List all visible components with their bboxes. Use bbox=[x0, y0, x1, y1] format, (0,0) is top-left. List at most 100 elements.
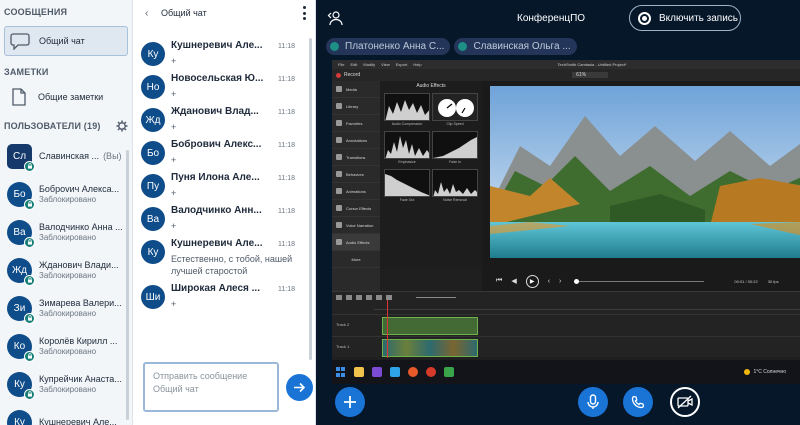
message-author: Пуня Илона Але... bbox=[171, 172, 260, 183]
screen-share-view: File Edit Modify View Export Help TechSmith C… bbox=[332, 60, 800, 384]
conference-title: КонференцПО bbox=[517, 12, 586, 24]
presenter-chip[interactable]: Платоненко Анна С... bbox=[326, 38, 451, 55]
message-text: + bbox=[171, 221, 177, 231]
chat-message: Ку Кушнеревич Але... 11:18 Естественно, с… bbox=[133, 238, 315, 277]
avatar: Но bbox=[141, 75, 165, 99]
presenter-name: Славинская Ольга ... bbox=[473, 41, 571, 52]
shared-tool-list: Media Library Favorites Annotations Tran… bbox=[332, 81, 380, 291]
chat-bubble-icon bbox=[9, 30, 31, 52]
users-header: ПОЛЬЗОВАТЕЛИ (19) bbox=[0, 118, 132, 134]
start-recording-button[interactable]: Включить запись bbox=[629, 5, 741, 31]
sidebar-item-label: Общий чат bbox=[39, 36, 85, 46]
chat-header: ‹ Общий чат bbox=[133, 0, 315, 26]
lock-icon bbox=[24, 236, 35, 248]
user-list-item[interactable]: Жд Жданович Влади... Заблокировано bbox=[0, 251, 132, 289]
user-name: Жданович Влади... bbox=[39, 260, 119, 270]
user-list-item[interactable]: Ва Валодчинко Анна ... Заблокировано bbox=[0, 213, 132, 251]
user-name: Зимарева Валери... bbox=[39, 298, 122, 308]
user-list-item[interactable]: Ку Купрейчик Анаста... Заблокировано bbox=[0, 365, 132, 403]
plus-icon bbox=[344, 396, 356, 408]
message-input[interactable]: Отправить сообщение Общий чат bbox=[143, 362, 279, 412]
chat-message: Ши Широкая Алеся ... 11:18 + bbox=[133, 283, 315, 310]
presenter-chip[interactable]: Славинская Ольга ... bbox=[454, 38, 577, 55]
audio-phone-button[interactable] bbox=[623, 387, 653, 417]
user-list-item[interactable]: Сл Славинская ... (Вы) bbox=[0, 137, 132, 175]
user-status: Заблокировано bbox=[39, 309, 97, 318]
lock-icon bbox=[24, 350, 35, 362]
message-time: 11:18 bbox=[278, 286, 295, 293]
user-list-item[interactable]: Ко Королёв Кирилл ... Заблокировано bbox=[0, 327, 132, 365]
message-time: 11:18 bbox=[278, 241, 295, 248]
shared-playback-controls: ⏮ ◀ ▶ ‹ › 00:01 / 00:22 30 fps bbox=[482, 271, 800, 291]
message-time: 11:18 bbox=[278, 208, 295, 215]
avatar: Пу bbox=[141, 174, 165, 198]
kebab-menu-icon[interactable] bbox=[299, 6, 309, 20]
shared-effects-panel: Audio Effects Audio Compression Clip Spe… bbox=[380, 81, 482, 269]
sidebar-scrollbar[interactable] bbox=[126, 150, 129, 420]
user-name: Валодчинко Анна ... bbox=[39, 222, 123, 232]
message-text: + bbox=[171, 122, 177, 132]
chat-message: Жд Жданович Влад... 11:18 + bbox=[133, 106, 315, 133]
shared-menu-bar: File Edit Modify View Export Help TechSmith C… bbox=[332, 60, 800, 69]
lock-icon bbox=[24, 160, 35, 172]
user-name: Купрейчик Анаста... bbox=[39, 374, 122, 384]
avatar: Ку bbox=[7, 371, 35, 400]
microphone-button[interactable] bbox=[578, 387, 608, 417]
chat-message: Но Новосельская Ю... 11:18 + bbox=[133, 73, 315, 100]
microphone-icon bbox=[587, 394, 599, 409]
sidebar-item-label: Общие заметки bbox=[38, 92, 104, 102]
shared-timeline: Track 2 Track 1 bbox=[332, 291, 800, 358]
user-status: Заблокировано bbox=[39, 195, 97, 204]
chat-scrollbar[interactable] bbox=[309, 38, 312, 360]
toggle-user-list-icon[interactable] bbox=[327, 10, 343, 26]
record-icon bbox=[638, 11, 651, 25]
avatar: Жд bbox=[7, 257, 35, 286]
sidebar-item-general-chat[interactable]: Общий чат bbox=[4, 26, 128, 56]
message-text: + bbox=[171, 56, 177, 66]
avatar: Зи bbox=[7, 295, 35, 324]
back-arrow-icon[interactable]: ‹ bbox=[145, 8, 155, 19]
gear-icon[interactable] bbox=[116, 120, 128, 132]
phone-icon bbox=[631, 395, 645, 409]
actions-plus-button[interactable] bbox=[335, 387, 365, 417]
shared-toolbar: Record 61% bbox=[332, 69, 800, 81]
lock-icon bbox=[24, 388, 35, 400]
shared-zoom: 61% bbox=[572, 72, 609, 78]
presenter-name: Платоненко Анна С... bbox=[345, 41, 445, 52]
message-text: + bbox=[171, 89, 177, 99]
sidebar: СООБЩЕНИЯ Общий чат ЗАМЕТКИ Общие заметк… bbox=[0, 0, 133, 425]
user-status: Заблокировано bbox=[39, 347, 97, 356]
message-time: 11:18 bbox=[278, 175, 295, 182]
user-status: Заблокировано bbox=[39, 385, 97, 394]
message-author: Новосельская Ю... bbox=[171, 73, 264, 84]
notes-heading: ЗАМЕТКИ bbox=[4, 67, 49, 77]
chat-message: Ку Кушнеревич Але... 11:18 + bbox=[133, 40, 315, 67]
user-status: Заблокировано bbox=[39, 271, 97, 280]
send-arrow-icon bbox=[294, 382, 306, 393]
conference-area: КонференцПО Включить запись Платоненко А… bbox=[316, 0, 800, 425]
message-author: Бобрович Алекс... bbox=[171, 139, 262, 150]
landscape-image bbox=[490, 86, 800, 258]
chat-title: Общий чат bbox=[161, 8, 207, 18]
send-button[interactable] bbox=[286, 374, 313, 401]
presenter-status-dot bbox=[458, 42, 468, 51]
chat-message: Ва Валодчинко Анн... 11:18 + bbox=[133, 205, 315, 232]
shared-record-label: Record bbox=[336, 72, 360, 78]
chat-message: Пу Пуня Илона Але... 11:18 + bbox=[133, 172, 315, 199]
presenter-status-dot bbox=[330, 42, 339, 51]
user-name: Боброvич Алекса... bbox=[39, 184, 120, 194]
message-text: + bbox=[171, 155, 177, 165]
user-list-item[interactable]: Зи Зимарева Валери... Заблокировано bbox=[0, 289, 132, 327]
avatar: Ку bbox=[141, 240, 165, 264]
sidebar-item-shared-notes[interactable]: Общие заметки bbox=[4, 80, 128, 114]
user-list-item[interactable]: Ку Кушнеревич Але... bbox=[0, 403, 132, 425]
message-time: 11:18 bbox=[278, 43, 295, 50]
avatar: Жд bbox=[141, 108, 165, 132]
camera-off-button[interactable] bbox=[670, 387, 700, 417]
shared-taskbar: 1°C Солнечно bbox=[332, 360, 800, 384]
message-time: 11:18 bbox=[278, 109, 295, 116]
avatar: Сл bbox=[7, 143, 35, 172]
user-name: Славинская ... bbox=[39, 151, 100, 161]
users-heading: ПОЛЬЗОВАТЕЛИ (19) bbox=[4, 121, 101, 131]
user-list-item[interactable]: Бо Боброvич Алекса... Заблокировано bbox=[0, 175, 132, 213]
